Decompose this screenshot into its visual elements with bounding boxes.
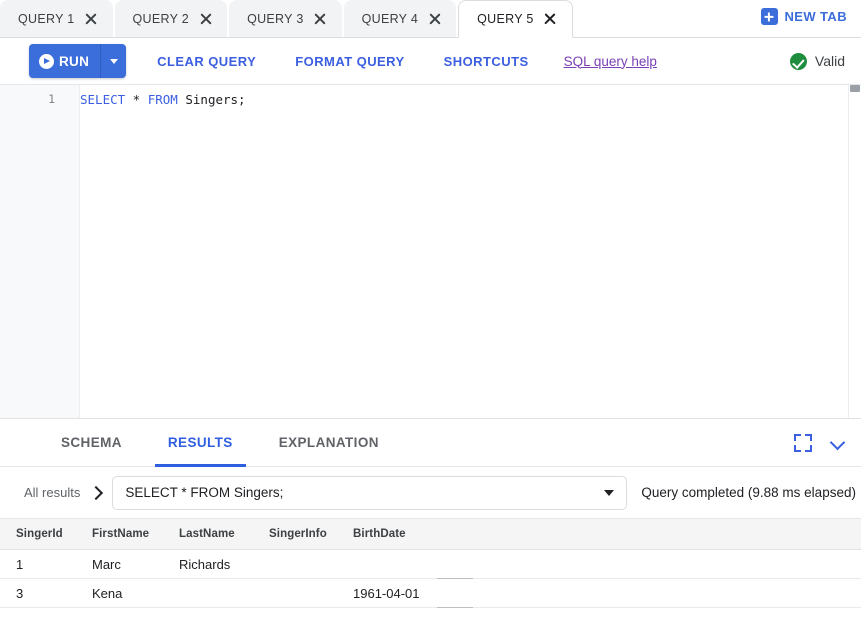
tab-schema[interactable]: SCHEMA — [38, 419, 145, 466]
results-table-head: SingerId FirstName LastName SingerInfo B… — [0, 519, 861, 550]
new-tab-button[interactable]: NEW TAB — [761, 8, 848, 25]
tab-label: EXPLANATION — [279, 435, 379, 450]
editor-code-area[interactable]: SELECT * FROM Singers; — [80, 85, 861, 418]
close-icon[interactable] — [427, 11, 442, 26]
column-header-filler — [473, 519, 861, 550]
query-tab-label: QUERY 5 — [477, 12, 534, 26]
column-header-firstname[interactable]: FirstName — [88, 519, 176, 550]
results-panel: SCHEMA RESULTS EXPLANATION All results S… — [0, 419, 861, 621]
cell-lastname — [176, 579, 267, 608]
query-tab-label: QUERY 4 — [362, 12, 419, 26]
cell-lastname: Richards — [176, 550, 267, 579]
tab-results[interactable]: RESULTS — [145, 419, 256, 466]
table-header-row: SingerId FirstName LastName SingerInfo B… — [0, 519, 861, 550]
cell-singerid: 3 — [0, 579, 88, 608]
cell-filler — [473, 550, 861, 579]
tab-label: RESULTS — [168, 435, 233, 450]
tab-explanation[interactable]: EXPLANATION — [256, 419, 402, 466]
query-tab-label: QUERY 1 — [18, 12, 75, 26]
close-icon[interactable] — [313, 11, 328, 26]
query-select-dropdown[interactable]: SELECT * FROM Singers; — [112, 476, 627, 510]
results-table: SingerId FirstName LastName SingerInfo B… — [0, 519, 861, 608]
run-button-label: RUN — [59, 54, 89, 69]
column-header-singerid[interactable]: SingerId — [0, 519, 88, 550]
check-circle-icon — [790, 53, 807, 70]
cell-birthdate — [352, 550, 437, 579]
query-tab-4[interactable]: QUERY 4 — [344, 0, 457, 37]
close-icon[interactable] — [84, 11, 99, 26]
line-number: 1 — [0, 90, 79, 109]
cell-singerid: 1 — [0, 550, 88, 579]
caret-down-icon — [604, 490, 614, 496]
run-button[interactable]: RUN — [29, 44, 126, 78]
column-header-singerinfo[interactable]: SingerInfo — [267, 519, 352, 550]
query-tab-bar: QUERY 1 QUERY 2 QUERY 3 QUERY 4 QUERY 5 … — [0, 0, 861, 38]
query-validity-status: Valid — [790, 38, 845, 84]
sql-editor[interactable]: 1 SELECT * FROM Singers; — [0, 85, 861, 419]
cell-firstname: Kena — [88, 579, 176, 608]
results-table-container: SingerId FirstName LastName SingerInfo B… — [0, 519, 861, 621]
column-header-birthdate[interactable]: BirthDate — [352, 519, 437, 550]
run-options-dropdown[interactable] — [100, 44, 126, 78]
sql-keyword-from: FROM — [148, 92, 178, 107]
sql-star: * — [125, 92, 148, 107]
clear-query-button[interactable]: CLEAR QUERY — [157, 54, 256, 69]
shortcuts-button[interactable]: SHORTCUTS — [444, 54, 529, 69]
cell-firstname: Marc — [88, 550, 176, 579]
query-select-value: SELECT * FROM Singers; — [125, 485, 604, 500]
query-status-text: Query completed (9.88 ms elapsed) — [641, 485, 856, 500]
chevron-down-icon[interactable] — [830, 435, 845, 450]
cell-spacer — [437, 550, 473, 579]
fullscreen-icon[interactable] — [794, 434, 812, 452]
close-icon[interactable] — [198, 11, 213, 26]
cell-filler — [473, 579, 861, 608]
query-tab-5[interactable]: QUERY 5 — [458, 0, 573, 38]
run-button-main[interactable]: RUN — [29, 44, 100, 78]
cell-singerinfo — [267, 579, 352, 608]
cell-spacer — [437, 579, 473, 608]
caret-down-icon — [110, 59, 118, 64]
tab-label: SCHEMA — [61, 435, 122, 450]
sql-query-help-link[interactable]: SQL query help — [564, 54, 657, 69]
format-query-button[interactable]: FORMAT QUERY — [295, 54, 404, 69]
query-tab-label: QUERY 2 — [133, 12, 190, 26]
query-tab-1[interactable]: QUERY 1 — [0, 0, 113, 37]
query-tab-3[interactable]: QUERY 3 — [229, 0, 342, 37]
play-circle-icon — [39, 54, 54, 69]
query-tab-2[interactable]: QUERY 2 — [115, 0, 228, 37]
column-header-spacer — [437, 519, 473, 550]
column-header-lastname[interactable]: LastName — [176, 519, 267, 550]
results-filter-bar: All results SELECT * FROM Singers; Query… — [0, 467, 861, 519]
scrollbar-thumb[interactable] — [850, 85, 860, 92]
plus-icon — [761, 8, 778, 25]
all-results-label[interactable]: All results — [24, 485, 80, 500]
results-table-body: 1 Marc Richards 3 Kena 1961-04-01 — [0, 550, 861, 608]
query-toolbar: RUN CLEAR QUERY FORMAT QUERY SHORTCUTS S… — [0, 38, 861, 85]
query-tab-label: QUERY 3 — [247, 12, 304, 26]
table-row[interactable]: 1 Marc Richards — [0, 550, 861, 579]
table-row[interactable]: 3 Kena 1961-04-01 — [0, 579, 861, 608]
sql-query-workspace: QUERY 1 QUERY 2 QUERY 3 QUERY 4 QUERY 5 … — [0, 0, 861, 621]
close-icon[interactable] — [543, 12, 558, 27]
new-tab-label: NEW TAB — [785, 9, 848, 24]
editor-vertical-scrollbar[interactable] — [848, 85, 860, 418]
code-line-1: SELECT * FROM Singers; — [80, 90, 861, 109]
results-tab-bar: SCHEMA RESULTS EXPLANATION — [0, 419, 861, 467]
editor-line-number-gutter: 1 — [0, 85, 80, 418]
cell-birthdate: 1961-04-01 — [352, 579, 437, 608]
cell-singerinfo — [267, 550, 352, 579]
results-panel-controls — [794, 419, 845, 466]
sql-keyword-select: SELECT — [80, 92, 125, 107]
sql-table-name: Singers; — [178, 92, 246, 107]
validity-label: Valid — [815, 53, 845, 69]
chevron-right-icon — [86, 483, 108, 503]
